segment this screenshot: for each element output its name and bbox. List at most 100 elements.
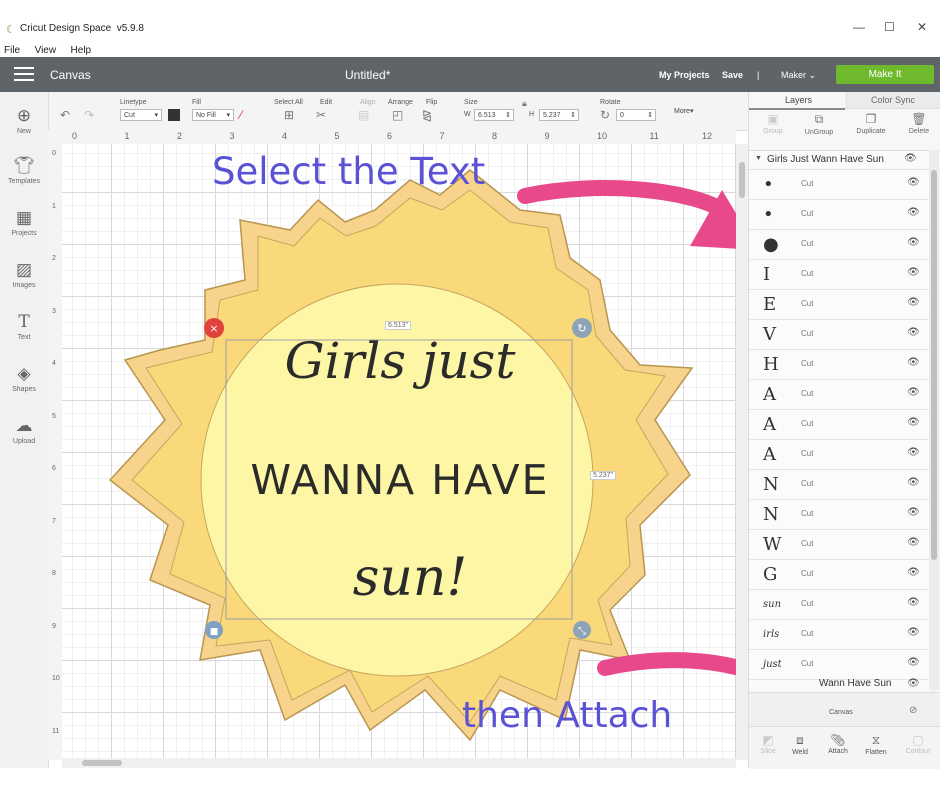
canvas-vertical-scrollbar[interactable] [736,144,748,760]
eye-icon[interactable]: 👁︎ [907,237,920,248]
eye-icon[interactable]: 👁︎ [907,678,920,689]
canvas-layer-row[interactable]: Canvas ⊘ [749,692,940,727]
layer-row[interactable]: H Cut 👁︎ [749,350,929,380]
layer-thumbnail: ● [763,234,779,255]
group-icon: ▣ [767,112,779,126]
chevron-down-icon[interactable]: ▼ [755,155,762,162]
layer-operation: Cut [801,419,814,428]
layer-row[interactable]: V Cut 👁︎ [749,320,929,350]
layer-row[interactable]: ● Cut 👁︎ [749,230,929,260]
layer-thumbnail: I [763,264,771,285]
layer-thumbnail: • [763,204,774,225]
tab-layers[interactable]: Layers [749,92,845,110]
layer-operation: Cut [801,569,814,578]
weld-button[interactable]: ⧈ Weld [781,733,819,756]
layer-group-header[interactable]: ▼ Girls Just Wann Have Sun 👁︎ [749,150,940,170]
layer-row[interactable]: just Cut 👁︎ [749,650,929,680]
flatten-icon: ⧖ [871,733,881,747]
layer-thumbnail: A [763,444,776,465]
svg-text:⤡: ⤡ [578,626,586,637]
layer-row[interactable]: N Cut 👁︎ [749,470,929,500]
layer-thumbnail: V [763,324,776,345]
eye-icon[interactable]: 👁︎ [904,153,917,164]
group-button[interactable]: ▣ Group [749,112,797,135]
layer-operation: Cut [801,209,814,218]
eye-icon[interactable]: 👁︎ [907,357,920,368]
layer-operation: Cut [801,539,814,548]
paperclip-icon: 📎︎ [830,733,846,747]
eye-icon[interactable]: 👁︎ [907,417,920,428]
delete-button[interactable]: 🗑︎ Delete [895,112,940,135]
svg-text:↻: ↻ [577,322,586,335]
layer-row[interactable]: A Cut 👁︎ [749,380,929,410]
attach-button[interactable]: 📎︎ Attach [819,733,857,755]
ungroup-button[interactable]: ⧉ UnGroup [795,112,843,136]
layer-operation: Cut [801,479,814,488]
height-readout: 5.237" [590,471,617,480]
selection-handle-rotate[interactable]: ↻ [572,318,592,338]
eye-icon[interactable]: 👁︎ [907,447,920,458]
layer-thumbnail: W [763,534,782,555]
eye-icon[interactable]: 👁︎ [907,267,920,278]
layer-row[interactable]: E Cut 👁︎ [749,290,929,320]
eye-icon[interactable]: 👁︎ [907,597,920,608]
layer-row[interactable]: A Cut 👁︎ [749,410,929,440]
eye-icon[interactable]: 👁︎ [907,537,920,548]
layer-row[interactable]: G Cut 👁︎ [749,560,929,590]
eye-icon[interactable]: 👁︎ [907,327,920,338]
layer-thumbnail: G [763,564,778,585]
svg-text:×: × [209,322,218,335]
layer-row[interactable]: A Cut 👁︎ [749,440,929,470]
canvas-horizontal-scrollbar[interactable] [62,758,736,768]
layer-operation: Cut [801,179,814,188]
selection-handle-delete[interactable]: × [204,318,224,338]
contour-button[interactable]: ▢ Contour [899,733,937,755]
layer-operation: Cut [801,659,814,668]
layer-row[interactable]: irls Cut 👁︎ [749,620,929,650]
layer-group-name-second: Wann Have Sun [819,678,892,689]
layer-operation: Cut [801,329,814,338]
layer-operation: Cut [801,389,814,398]
layer-operation: Cut [801,239,814,248]
layer-thumbnail: N [763,474,779,495]
width-readout: 6.513" [385,321,412,330]
layers-scroll-thumb[interactable] [931,170,937,560]
layer-operation: Cut [801,359,814,368]
contour-icon: ▢ [912,733,924,747]
annotation-then-attach: then Attach [462,695,673,736]
ungroup-icon: ⧉ [814,112,824,126]
layer-thumbnail: A [763,384,776,405]
selection-handle-resize[interactable]: ⤡ [573,621,591,639]
annotation-select-text: Select the Text [212,150,486,193]
trash-icon: 🗑︎ [911,112,927,126]
layer-row[interactable]: W Cut 👁︎ [749,530,929,560]
layer-row[interactable]: I Cut 👁︎ [749,260,929,290]
flatten-button[interactable]: ⧖ Flatten [857,733,895,756]
eye-icon[interactable]: 👁︎ [907,477,920,488]
design-text-line2[interactable]: WANNA HAVE [214,456,586,504]
selection-handle-lock[interactable]: ■ [205,621,223,639]
canvas-row-label: Canvas [829,709,853,716]
layer-row[interactable]: • Cut 👁︎ [749,170,929,200]
canvas-hscroll-thumb[interactable] [82,760,122,766]
tab-color-sync[interactable]: Color Sync [845,92,940,109]
eye-icon[interactable]: 👁︎ [907,627,920,638]
eye-icon[interactable]: 👁︎ [907,507,920,518]
design-text-line1[interactable]: Girls just [240,332,560,390]
layer-row[interactable]: sun Cut 👁︎ [749,590,929,620]
eye-hidden-icon[interactable]: ⊘ [909,705,917,716]
layer-operation: Cut [801,599,814,608]
duplicate-button[interactable]: ❐ Duplicate [847,112,895,135]
design-text-line3[interactable]: sun! [320,548,500,608]
eye-icon[interactable]: 👁︎ [907,297,920,308]
layer-row[interactable]: N Cut 👁︎ [749,500,929,530]
layers-scrollbar[interactable] [929,150,939,690]
eye-icon[interactable]: 👁︎ [907,387,920,398]
layer-row[interactable]: • Cut 👁︎ [749,200,929,230]
eye-icon[interactable]: 👁︎ [907,207,920,218]
canvas-vscroll-thumb[interactable] [739,162,745,198]
eye-icon[interactable]: 👁︎ [907,567,920,578]
svg-text:■: ■ [210,627,219,637]
eye-icon[interactable]: 👁︎ [907,177,920,188]
eye-icon[interactable]: 👁︎ [907,657,920,668]
